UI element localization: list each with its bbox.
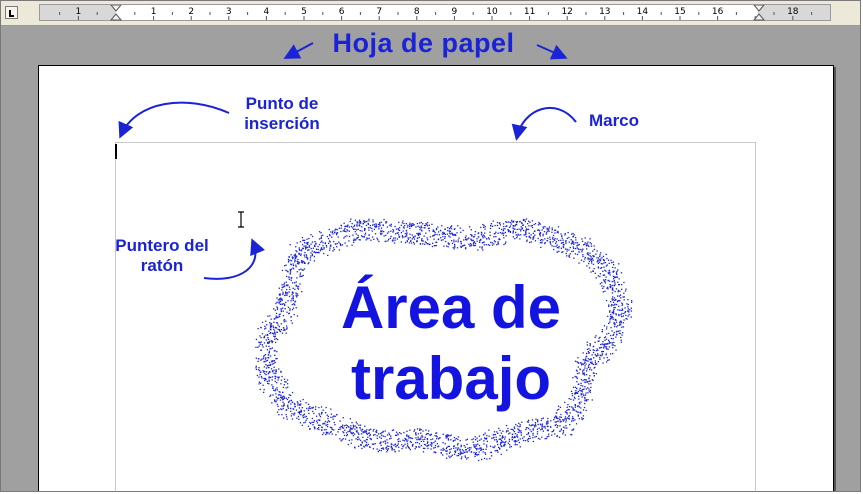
- ruler-bar: 1 1 2 3 4 5 6 7 8 9 10 11 12 13 14 15 16 18: [1, 1, 860, 26]
- work-area-title: Área de trabajo: [340, 274, 562, 412]
- ruler-label: 10: [486, 7, 498, 17]
- insertion-point-label: Punto de inserción: [244, 94, 320, 133]
- ruler-label: 3: [225, 7, 232, 17]
- indent-hourglass-icon[interactable]: [110, 5, 122, 21]
- i-beam-cursor-icon: [238, 211, 244, 228]
- ruler-label: 15: [674, 7, 686, 17]
- horizontal-ruler[interactable]: 1 1 2 3 4 5 6 7 8 9 10 11 12 13 14 15 16 18: [39, 4, 831, 21]
- tab-stop-left-icon[interactable]: [5, 6, 18, 19]
- ruler-label: 11: [523, 7, 536, 17]
- ruler-label: 13: [599, 7, 611, 17]
- ruler-label: 1: [150, 7, 157, 17]
- ruler-label: 16: [711, 7, 724, 17]
- ruler-label: 7: [376, 7, 383, 17]
- ruler-label: 8: [413, 7, 420, 17]
- ruler-label: 4: [263, 7, 270, 17]
- ruler-label: 2: [188, 7, 195, 17]
- ruler-label: 1: [75, 7, 82, 17]
- mouse-pointer-label: Puntero del ratón: [115, 236, 209, 275]
- ruler-label: 14: [636, 7, 649, 17]
- frame-label: Marco: [588, 111, 640, 130]
- editor-window: 1 1 2 3 4 5 6 7 8 9 10 11 12 13 14 15 16 18 Área de traba…: [0, 0, 861, 492]
- ruler-label: 5: [301, 7, 307, 17]
- ruler-label: 6: [338, 7, 345, 17]
- right-indent-icon[interactable]: [753, 5, 765, 21]
- paper-sheet-label: Hoja de papel: [332, 28, 515, 58]
- ruler-label: 9: [451, 7, 458, 17]
- ruler-label: 12: [561, 7, 573, 17]
- text-caret-icon: [115, 144, 117, 159]
- ruler-label: 18: [787, 7, 799, 17]
